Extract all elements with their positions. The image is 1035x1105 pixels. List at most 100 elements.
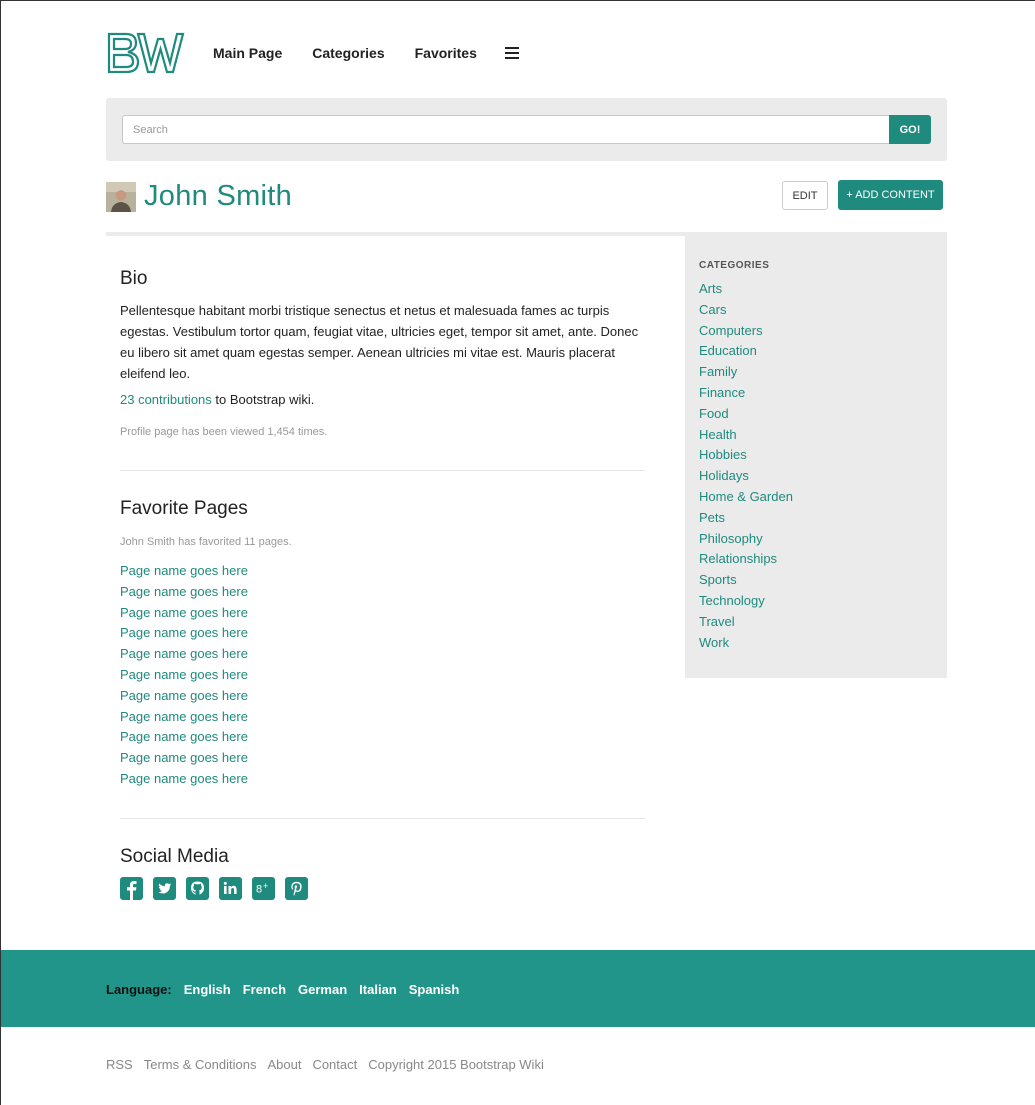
contributions-link[interactable]: 23 contributions bbox=[120, 392, 212, 407]
category-link[interactable]: Sports bbox=[699, 572, 737, 587]
social-icons: 8 + bbox=[120, 877, 318, 900]
google-plus-icon[interactable]: 8 + bbox=[252, 877, 275, 900]
list-item: Page name goes here bbox=[120, 582, 248, 603]
list-item: Cars bbox=[699, 300, 933, 321]
linkedin-icon[interactable] bbox=[219, 877, 242, 900]
favorite-page-link[interactable]: Page name goes here bbox=[120, 771, 248, 786]
nav-favorites[interactable]: Favorites bbox=[415, 45, 477, 61]
about-link[interactable]: About bbox=[267, 1057, 301, 1072]
category-link[interactable]: Philosophy bbox=[699, 531, 763, 546]
category-link[interactable]: Computers bbox=[699, 323, 763, 338]
contributions-suffix: to Bootstrap wiki. bbox=[211, 392, 315, 407]
list-item: Page name goes here bbox=[120, 748, 248, 769]
favorites-heading: Favorite Pages bbox=[120, 498, 248, 519]
favorite-page-link[interactable]: Page name goes here bbox=[120, 563, 248, 578]
language-link-english[interactable]: English bbox=[184, 982, 231, 997]
language-link-french[interactable]: French bbox=[243, 982, 286, 997]
category-link[interactable]: Work bbox=[699, 635, 729, 650]
category-link[interactable]: Education bbox=[699, 343, 757, 358]
list-item: Family bbox=[699, 362, 933, 383]
category-link[interactable]: Health bbox=[699, 427, 737, 442]
list-item: Health bbox=[699, 425, 933, 446]
categories-sidebar: CATEGORIES Arts Cars Computers Education… bbox=[685, 232, 947, 678]
list-item: Hobbies bbox=[699, 445, 933, 466]
favorite-page-link[interactable]: Page name goes here bbox=[120, 729, 248, 744]
language-link-italian[interactable]: Italian bbox=[359, 982, 397, 997]
favorite-page-link[interactable]: Page name goes here bbox=[120, 605, 248, 620]
favorite-page-link[interactable]: Page name goes here bbox=[120, 584, 248, 599]
divider bbox=[120, 818, 645, 819]
twitter-icon[interactable] bbox=[153, 877, 176, 900]
category-link[interactable]: Holidays bbox=[699, 468, 749, 483]
sidebar-heading: CATEGORIES bbox=[699, 260, 770, 271]
category-link[interactable]: Technology bbox=[699, 593, 765, 608]
list-item: Page name goes here bbox=[120, 769, 248, 790]
category-link[interactable]: Pets bbox=[699, 510, 725, 525]
list-item: Page name goes here bbox=[120, 644, 248, 665]
category-link[interactable]: Arts bbox=[699, 281, 722, 296]
category-link[interactable]: Finance bbox=[699, 385, 745, 400]
list-item: Page name goes here bbox=[120, 623, 248, 644]
nav-categories[interactable]: Categories bbox=[312, 45, 384, 61]
add-content-button[interactable]: + ADD CONTENT bbox=[838, 180, 943, 210]
nav-main-page[interactable]: Main Page bbox=[213, 45, 282, 61]
search-input[interactable] bbox=[122, 115, 890, 144]
list-item: Holidays bbox=[699, 466, 933, 487]
list-item: Computers bbox=[699, 321, 933, 342]
category-link[interactable]: Relationships bbox=[699, 551, 777, 566]
copyright-text: Copyright 2015 Bootstrap Wiki bbox=[368, 1057, 544, 1072]
list-item: Technology bbox=[699, 591, 933, 612]
site-header: Main Page Categories Favorites bbox=[106, 31, 519, 75]
list-item: Sports bbox=[699, 570, 933, 591]
github-icon[interactable] bbox=[186, 877, 209, 900]
language-link-spanish[interactable]: Spanish bbox=[409, 982, 460, 997]
list-item: Education bbox=[699, 341, 933, 362]
favorites-list: Page name goes here Page name goes here … bbox=[120, 561, 248, 790]
favorite-page-link[interactable]: Page name goes here bbox=[120, 709, 248, 724]
facebook-icon[interactable] bbox=[120, 877, 143, 900]
bio-text: Pellentesque habitant morbi tristique se… bbox=[120, 303, 639, 381]
category-link[interactable]: Home & Garden bbox=[699, 489, 793, 504]
favorite-page-link[interactable]: Page name goes here bbox=[120, 625, 248, 640]
profile-header: John Smith EDIT + ADD CONTENT bbox=[106, 177, 947, 217]
list-item: Page name goes here bbox=[120, 665, 248, 686]
pinterest-icon[interactable] bbox=[285, 877, 308, 900]
divider bbox=[106, 232, 685, 236]
list-item: Travel bbox=[699, 612, 933, 633]
hamburger-icon[interactable] bbox=[504, 47, 519, 59]
category-list: Arts Cars Computers Education Family Fin… bbox=[699, 279, 933, 653]
category-link[interactable]: Travel bbox=[699, 614, 735, 629]
footer-band: Language: English French German Italian … bbox=[1, 950, 1035, 1027]
favorite-page-link[interactable]: Page name goes here bbox=[120, 667, 248, 682]
language-link-german[interactable]: German bbox=[298, 982, 347, 997]
favorite-page-link[interactable]: Page name goes here bbox=[120, 688, 248, 703]
favorite-page-link[interactable]: Page name goes here bbox=[120, 646, 248, 661]
list-item: Page name goes here bbox=[120, 686, 248, 707]
logo-icon[interactable] bbox=[106, 31, 186, 75]
search-well: GO! bbox=[106, 98, 947, 161]
favorite-page-link[interactable]: Page name goes here bbox=[120, 750, 248, 765]
category-link[interactable]: Cars bbox=[699, 302, 726, 317]
list-item: Page name goes here bbox=[120, 603, 248, 624]
edit-button[interactable]: EDIT bbox=[782, 181, 828, 210]
language-selector: Language: English French German Italian … bbox=[106, 982, 471, 997]
list-item: Page name goes here bbox=[120, 707, 248, 728]
bio-heading: Bio bbox=[120, 268, 148, 289]
favorites-count: John Smith has favorited 11 pages. bbox=[120, 536, 292, 548]
terms-link[interactable]: Terms & Conditions bbox=[144, 1057, 257, 1072]
main-nav: Main Page Categories Favorites bbox=[213, 45, 519, 61]
footer-links: RSS Terms & Conditions About Contact Cop… bbox=[106, 1057, 555, 1072]
list-item: Page name goes here bbox=[120, 727, 248, 748]
category-link[interactable]: Food bbox=[699, 406, 729, 421]
category-link[interactable]: Family bbox=[699, 364, 737, 379]
rss-link[interactable]: RSS bbox=[106, 1057, 133, 1072]
go-button[interactable]: GO! bbox=[889, 115, 931, 144]
list-item: Philosophy bbox=[699, 529, 933, 550]
svg-text:+: + bbox=[263, 881, 268, 891]
list-item: Relationships bbox=[699, 549, 933, 570]
contact-link[interactable]: Contact bbox=[312, 1057, 357, 1072]
list-item: Food bbox=[699, 404, 933, 425]
category-link[interactable]: Hobbies bbox=[699, 447, 747, 462]
view-count: Profile page has been viewed 1,454 times… bbox=[120, 426, 328, 438]
list-item: Finance bbox=[699, 383, 933, 404]
